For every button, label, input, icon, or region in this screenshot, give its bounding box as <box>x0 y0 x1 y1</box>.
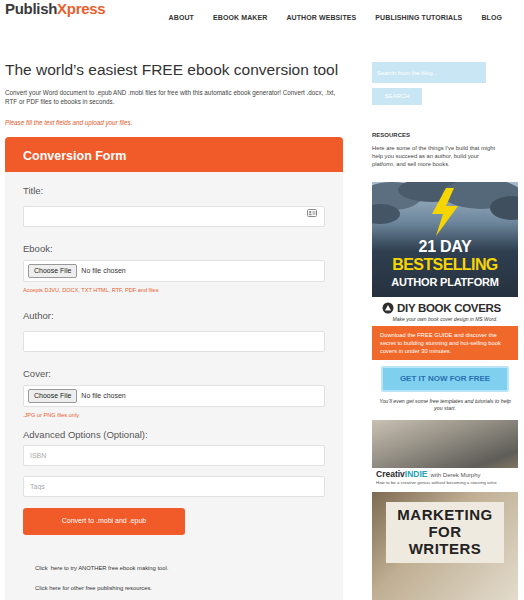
marketing-line: FOR <box>390 523 500 540</box>
form-field: Cover: Choose File No file chosen .JPG or P… <box>23 368 325 419</box>
platform-banner[interactable]: 21 DAYBESTSELLINGAUTHOR PLATFORM <box>372 182 518 297</box>
page-body: The world’s easiest FREE ebook conversio… <box>0 36 524 600</box>
convert-button[interactable]: Convert to .mobi and .epub <box>23 508 185 535</box>
book-covers-subtitle: Make your own book cover design in MS Wo… <box>372 316 518 324</box>
creativindie-name: CreativINDIEwith Derek Murphy <box>376 469 514 480</box>
instruction-text: Please fill the text fields and upload y… <box>5 118 343 127</box>
file-hint: .JPG or PNG files only <box>23 411 325 419</box>
input-wrap <box>23 327 325 352</box>
resource-link[interactable]: Click here to try ANOTHER free ebook mak… <box>23 563 325 573</box>
main-nav: ABOUT EBOOK MAKER AUTHOR WEBSITES PUBLISHIN… <box>169 13 524 24</box>
byline: with Derek Murphy <box>431 472 481 478</box>
form-heading: Conversion Form <box>5 137 343 172</box>
marketing-banner[interactable]: MARKETINGFORWRITERS <box>372 492 518 600</box>
banner-line: BESTSELLING <box>372 255 518 275</box>
sidebar: SEARCH RESOURCES Here are some of the thin… <box>372 36 518 600</box>
book-covers-logo: DIY BOOK COVERS <box>372 297 518 315</box>
field-label: Title: <box>23 185 325 197</box>
field-label: Cover: <box>23 368 325 380</box>
advanced-label: Advanced Options (Optional): <box>23 429 325 441</box>
file-input[interactable]: Choose File No file chosen <box>23 385 325 407</box>
form-field: Ebook: Choose File No file chosen Accepts D… <box>23 243 325 294</box>
nav-link[interactable]: AUTHOR WEBSITES <box>286 13 356 24</box>
logo-part: Publish <box>5 0 57 17</box>
choose-file-button[interactable]: Choose File <box>28 264 77 278</box>
logo[interactable]: PublishXpress <box>5 1 105 17</box>
input-wrap <box>23 202 325 227</box>
book-covers-title: DIY BOOK COVERS <box>397 302 501 315</box>
advanced-input[interactable] <box>23 476 325 497</box>
file-status: No file chosen <box>81 266 125 277</box>
logo-part: Xpress <box>57 0 105 17</box>
nav-link[interactable]: BLOG <box>481 13 502 24</box>
creativindie-banner[interactable]: CreativINDIEwith Derek MurphyHow to be a… <box>372 420 518 487</box>
nav-link[interactable]: ABOUT <box>169 13 194 24</box>
resource-links: Click here to try ANOTHER free ebook mak… <box>23 563 325 593</box>
resources-text: Here are some of the things I’ve build t… <box>372 144 502 169</box>
book-covers-note: You’ll even get some free templates and … <box>378 398 512 412</box>
field-label: Ebook: <box>23 243 325 255</box>
marketing-paper: MARKETINGFORWRITERS <box>386 502 504 563</box>
form-field: Author: <box>23 310 325 352</box>
conversion-form: Conversion Form Title: Ebook: Choose File No… <box>5 137 343 600</box>
nav-link[interactable]: PUBLISHING TUTORIALS <box>375 13 462 24</box>
intro-text: Convert your Word document to .epub AND … <box>5 88 343 106</box>
contact-card-icon <box>307 209 317 217</box>
banner-line: 21 DAY <box>372 238 518 255</box>
book-covers-offer: Download the FREE GUIDE and discover the… <box>372 326 518 360</box>
banner-line: AUTHOR PLATFORM <box>372 275 518 289</box>
text-input[interactable] <box>23 206 325 227</box>
form-body: Title: Ebook: Choose File No file chosen Acc… <box>5 172 343 600</box>
file-input[interactable]: Choose File No file chosen <box>23 260 325 282</box>
marketing-line: MARKETING <box>390 506 500 523</box>
file-hint: Accepts DJVU, DOCX, TXT HTML, RTF, PDF a… <box>23 286 325 294</box>
page-title: The world’s easiest FREE ebook conversio… <box>5 60 343 79</box>
form-field: Title: <box>23 185 325 227</box>
search-input[interactable] <box>372 62 486 83</box>
resources-heading: RESOURCES <box>372 131 518 140</box>
site-header: PublishXpress ABOUT EBOOK MAKER AUTHOR WEBS… <box>0 0 524 36</box>
field-label: Author: <box>23 310 325 322</box>
get-it-button[interactable]: GET IT NOW FOR FREE <box>381 366 509 392</box>
book-icon <box>382 302 394 314</box>
marketing-line: WRITERS <box>390 540 500 557</box>
creativindie-band: CreativINDIEwith Derek MurphyHow to be a… <box>372 468 518 487</box>
main-column: The world’s easiest FREE ebook conversio… <box>5 36 343 600</box>
advanced-input[interactable] <box>23 445 325 466</box>
file-status: No file chosen <box>81 391 125 402</box>
choose-file-button[interactable]: Choose File <box>28 389 77 403</box>
name-part: Creativ <box>376 469 405 479</box>
resource-link[interactable]: Click here for other free publishing res… <box>23 583 325 593</box>
nav-link[interactable]: EBOOK MAKER <box>213 13 267 24</box>
name-part: INDIE <box>405 469 428 479</box>
lightning-icon <box>372 182 518 238</box>
search-button[interactable]: SEARCH <box>372 88 422 105</box>
tagline: How to be a creative genius without beco… <box>376 480 514 486</box>
text-input[interactable] <box>23 331 325 352</box>
